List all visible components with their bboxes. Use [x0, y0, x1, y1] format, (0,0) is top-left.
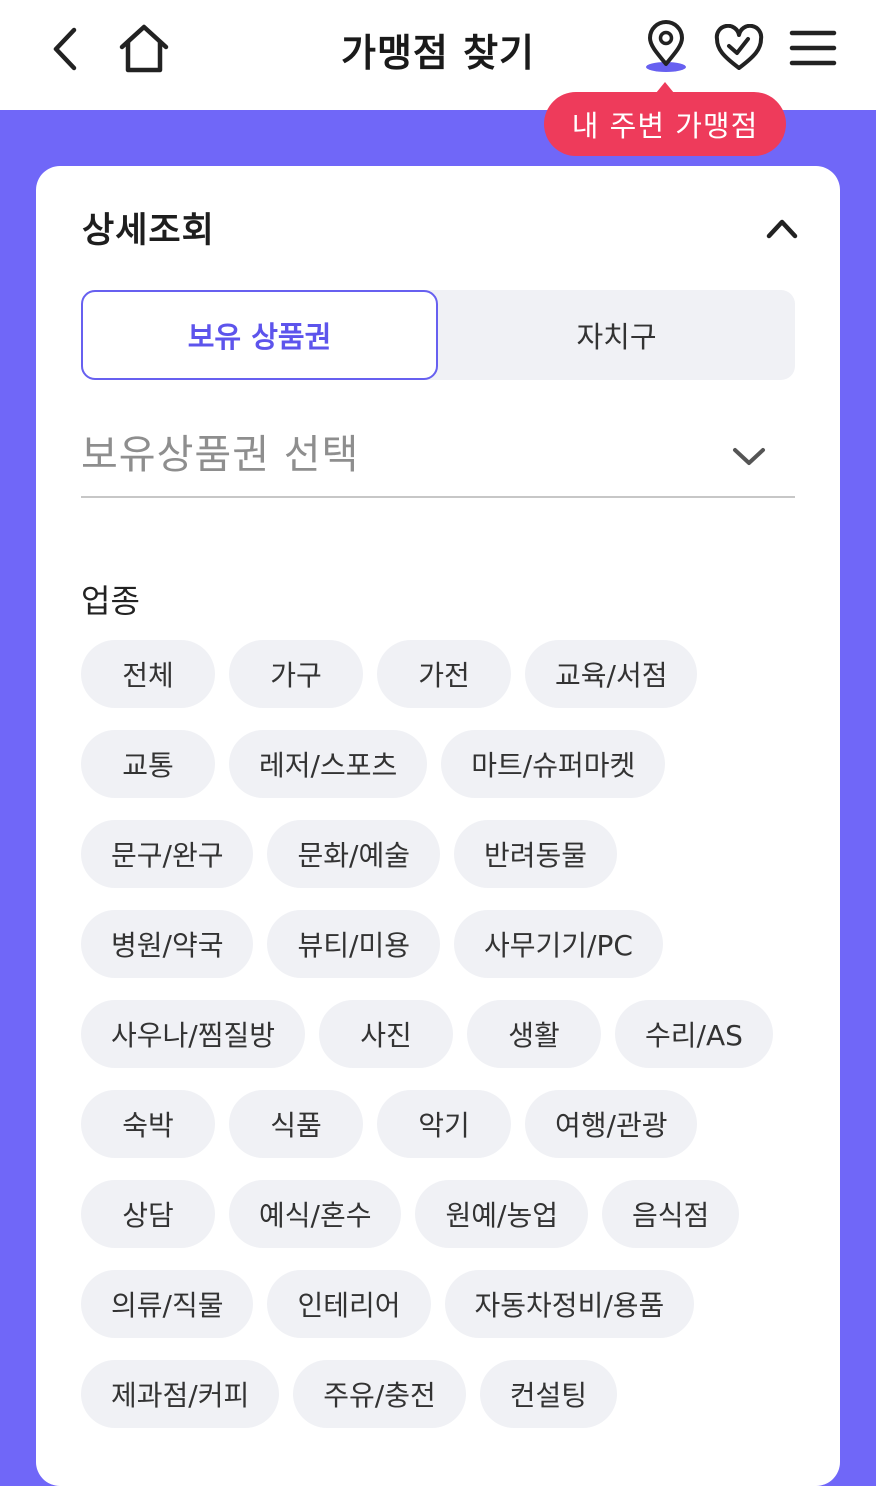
category-chip[interactable]: 사진 [319, 1000, 453, 1068]
hamburger-menu-icon [789, 30, 837, 66]
category-chip[interactable]: 상담 [81, 1180, 215, 1248]
category-chip[interactable]: 교육/서점 [525, 640, 698, 708]
category-chip[interactable]: 마트/슈퍼마켓 [441, 730, 666, 798]
category-chip[interactable]: 반려동물 [453, 820, 618, 888]
category-chip[interactable]: 음식점 [601, 1180, 740, 1248]
category-chip[interactable]: 숙박 [81, 1090, 215, 1158]
category-chip[interactable]: 생활 [467, 1000, 601, 1068]
nearby-map-button[interactable] [640, 20, 692, 76]
tab-voucher[interactable]: 보유 상품권 [81, 290, 438, 380]
category-chip[interactable]: 병원/약국 [81, 910, 254, 978]
heart-check-icon [714, 24, 764, 70]
category-chip[interactable]: 예식/혼수 [229, 1180, 402, 1248]
map-pin-icon [646, 20, 686, 72]
category-chip[interactable]: 원예/농업 [415, 1180, 588, 1248]
category-chip[interactable]: 문구/완구 [81, 820, 254, 888]
category-chip[interactable]: 전체 [81, 640, 215, 708]
category-chip[interactable]: 주유/충전 [293, 1360, 466, 1428]
category-chip[interactable]: 사무기기/PC [453, 910, 663, 978]
category-chip[interactable]: 악기 [377, 1090, 511, 1158]
category-chip[interactable]: 뷰티/미용 [267, 910, 440, 978]
category-chip[interactable]: 인테리어 [267, 1270, 431, 1338]
nearby-stores-tooltip[interactable]: 내 주변 가맹점 [544, 82, 786, 156]
voucher-select[interactable]: 보유상품권 선택 [81, 416, 795, 498]
voucher-select-value: 보유상품권 선택 [81, 432, 360, 478]
category-chip-list: 전체 가구 가전 교육/서점교통 레저/스포츠 마트/슈퍼마켓문구/완구 문화/예술 반려동물… [81, 640, 801, 1428]
category-chip[interactable]: 교통 [81, 730, 215, 798]
category-chip[interactable]: 사우나/찜질방 [81, 1000, 305, 1068]
detail-search-title: 상세조회 [82, 211, 215, 251]
category-chip[interactable]: 여행/관광 [525, 1090, 698, 1158]
tab-district[interactable]: 자치구 [438, 290, 795, 380]
filter-tabs: 보유 상품권 자치구 [81, 290, 795, 380]
category-chip[interactable]: 의류/직물 [81, 1270, 254, 1338]
category-label: 업종 [81, 582, 140, 620]
category-chip[interactable]: 수리/AS [615, 1000, 773, 1068]
category-chip[interactable]: 제과점/커피 [81, 1360, 280, 1428]
collapse-button[interactable] [762, 210, 802, 246]
category-chip[interactable]: 식품 [229, 1090, 363, 1158]
chevron-up-icon [766, 219, 798, 239]
menu-button[interactable] [786, 24, 840, 72]
category-chip[interactable]: 가전 [377, 640, 511, 708]
category-chip[interactable]: 가구 [229, 640, 363, 708]
category-chip[interactable]: 자동차정비/용품 [444, 1270, 695, 1338]
detail-search-card: 상세조회 보유 상품권 자치구 보유상품권 선택 업종 전체 가구 가전 교육/서점교… [36, 166, 840, 1486]
category-chip[interactable]: 문화/예술 [267, 820, 440, 888]
category-chip[interactable]: 컨설팅 [479, 1360, 617, 1428]
category-chip[interactable]: 레저/스포츠 [229, 730, 428, 798]
favorites-button[interactable] [712, 22, 766, 74]
chevron-down-icon [733, 448, 765, 465]
